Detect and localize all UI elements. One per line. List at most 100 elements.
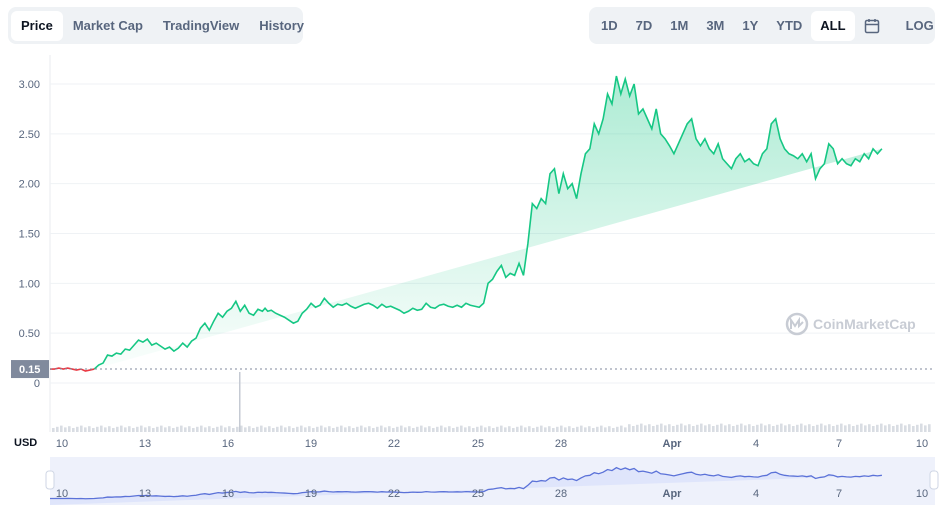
volume-bar: [260, 425, 263, 432]
volume-bar: [436, 426, 439, 432]
volume-bar: [132, 428, 135, 432]
volume-bar: [772, 426, 775, 432]
volume-bar: [224, 427, 227, 432]
volume-bar: [80, 425, 83, 432]
volume-bar: [76, 426, 79, 432]
volume-bar: [616, 426, 619, 432]
volume-bar: [396, 426, 399, 432]
volume-bar: [860, 423, 863, 432]
volume-bar: [516, 426, 519, 432]
volume-bar: [340, 425, 343, 432]
volume-bar: [644, 425, 647, 432]
volume-bar: [228, 426, 231, 432]
volume-bar: [120, 425, 123, 432]
volume-bar: [732, 426, 735, 432]
volume-bar: [352, 428, 355, 432]
volume-bar: [496, 426, 499, 432]
volume-bar: [612, 428, 615, 432]
navigator-tick-label: 10: [56, 488, 68, 500]
volume-bar: [588, 426, 591, 432]
volume-bar: [112, 428, 115, 432]
volume-bar: [720, 423, 723, 432]
volume-bar: [408, 426, 411, 432]
volume-bar: [360, 425, 363, 432]
volume-bar: [316, 426, 319, 432]
volume-bar: [800, 423, 803, 432]
volume-bar: [580, 425, 583, 432]
volume-bar: [440, 425, 443, 432]
volume-bar: [188, 426, 191, 432]
volume-bar: [548, 426, 551, 432]
volume-bar: [416, 426, 419, 432]
volume-bar: [640, 423, 643, 432]
volume-bar: [148, 426, 151, 432]
volume-bar: [740, 423, 743, 432]
volume-bar: [872, 426, 875, 432]
volume-bar: [684, 425, 687, 432]
volume-bar: [564, 427, 567, 432]
volume-bar: [764, 425, 767, 432]
price-badge-label: 0.15: [19, 364, 40, 376]
volume-bar: [876, 424, 879, 432]
volume-bar: [196, 426, 199, 432]
volume-bar: [912, 426, 915, 432]
volume-bar: [116, 426, 119, 432]
y-tick-label: 2.50: [19, 129, 40, 141]
volume-bar: [816, 424, 819, 432]
volume-bar: [308, 426, 311, 432]
volume-bar: [780, 423, 783, 432]
volume-bar: [820, 423, 823, 432]
volume-bar: [144, 427, 147, 432]
volume-bar: [504, 427, 507, 432]
volume-bar: [239, 372, 241, 432]
volume-bar: [288, 426, 291, 432]
navigator[interactable]: 10 13 16 19 22 25 28 Apr 4 7 10: [45, 457, 939, 505]
volume-bar: [700, 423, 703, 432]
volume-bar: [652, 426, 655, 432]
volume-bar: [536, 426, 539, 432]
volume-bar: [532, 428, 535, 432]
volume-bar: [244, 427, 247, 432]
volume-bar: [696, 424, 699, 432]
y-tick-label: 1.00: [19, 278, 40, 290]
volume-bar: [552, 428, 555, 432]
navigator-tick-label: 25: [472, 488, 484, 500]
volume-bar: [736, 424, 739, 432]
y-tick-label: 1.50: [19, 228, 40, 240]
y-tick-label: 0.50: [19, 328, 40, 340]
volume-bar: [160, 425, 163, 432]
volume-bar: [412, 428, 415, 432]
x-tick-label: 4: [753, 438, 759, 450]
x-tick-label: 22: [388, 438, 400, 450]
volume-bar: [184, 427, 187, 432]
volume-bar: [624, 427, 627, 432]
watermark: CoinMarketCap: [785, 312, 916, 336]
volume-bar: [200, 425, 203, 432]
volume-bar: [824, 425, 827, 432]
volume-bar: [304, 427, 307, 432]
volume-bar: [528, 426, 531, 432]
volume-bar: [388, 426, 391, 432]
volume-bar: [164, 427, 167, 432]
y-tick-label: 0: [34, 378, 40, 390]
volume-bar: [728, 424, 731, 432]
volume-bar: [656, 424, 659, 432]
volume-bar: [124, 427, 127, 432]
volume-bar: [460, 425, 463, 432]
navigator-right-handle[interactable]: [929, 470, 939, 490]
volume-bar: [328, 426, 331, 432]
volume-bar: [400, 425, 403, 432]
volume-bar: [628, 424, 631, 432]
volume-bar: [108, 426, 111, 432]
navigator-left-handle[interactable]: [45, 470, 55, 490]
volume-bar: [584, 427, 587, 432]
volume-bar: [544, 427, 547, 432]
volume-bar: [708, 424, 711, 432]
volume-bar: [636, 424, 639, 432]
volume-bar: [648, 424, 651, 432]
volume-bar: [296, 426, 299, 432]
volume-bar: [488, 426, 491, 432]
volume-bar: [792, 426, 795, 432]
volume-bar: [192, 428, 195, 432]
volume-bar: [276, 426, 279, 432]
